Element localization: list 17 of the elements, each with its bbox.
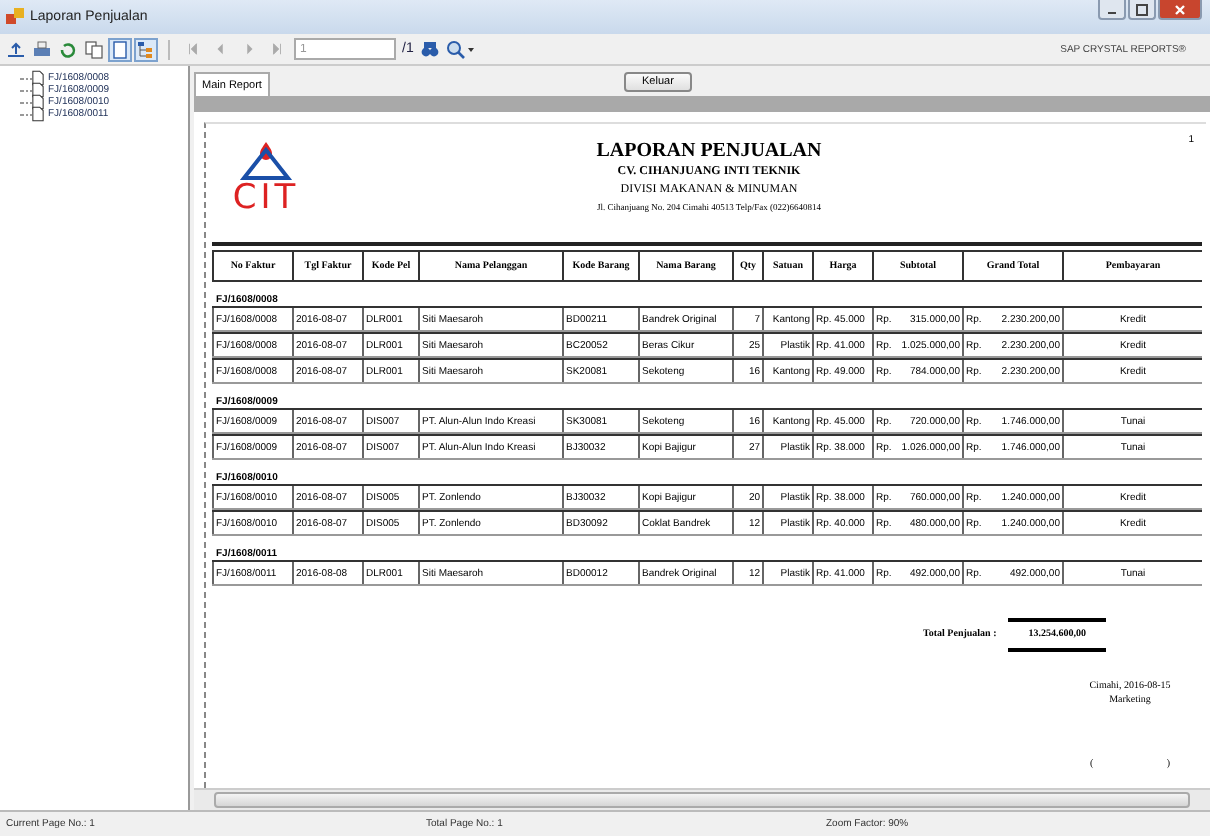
- group-tree-icon[interactable]: [136, 39, 156, 59]
- refresh-icon[interactable]: [58, 39, 78, 59]
- maximize-icon: [1136, 3, 1148, 15]
- horizontal-scrollbar[interactable]: [194, 788, 1210, 810]
- maximize-button[interactable]: [1128, 0, 1156, 20]
- zoom-icon[interactable]: [445, 39, 474, 59]
- copy-icon[interactable]: [84, 39, 104, 59]
- binoculars-icon[interactable]: [419, 39, 440, 59]
- company-logo: CIT: [236, 138, 296, 218]
- report-title: LAPORAN PENJUALAN: [596, 138, 822, 164]
- page-view-icon[interactable]: [110, 39, 130, 59]
- close-icon: [1174, 3, 1186, 15]
- export-icon[interactable]: [6, 39, 26, 59]
- printer-icon[interactable]: [32, 39, 52, 59]
- close-button[interactable]: [1158, 0, 1202, 20]
- app-icon: [6, 8, 24, 26]
- minimize-button[interactable]: [1098, 0, 1126, 20]
